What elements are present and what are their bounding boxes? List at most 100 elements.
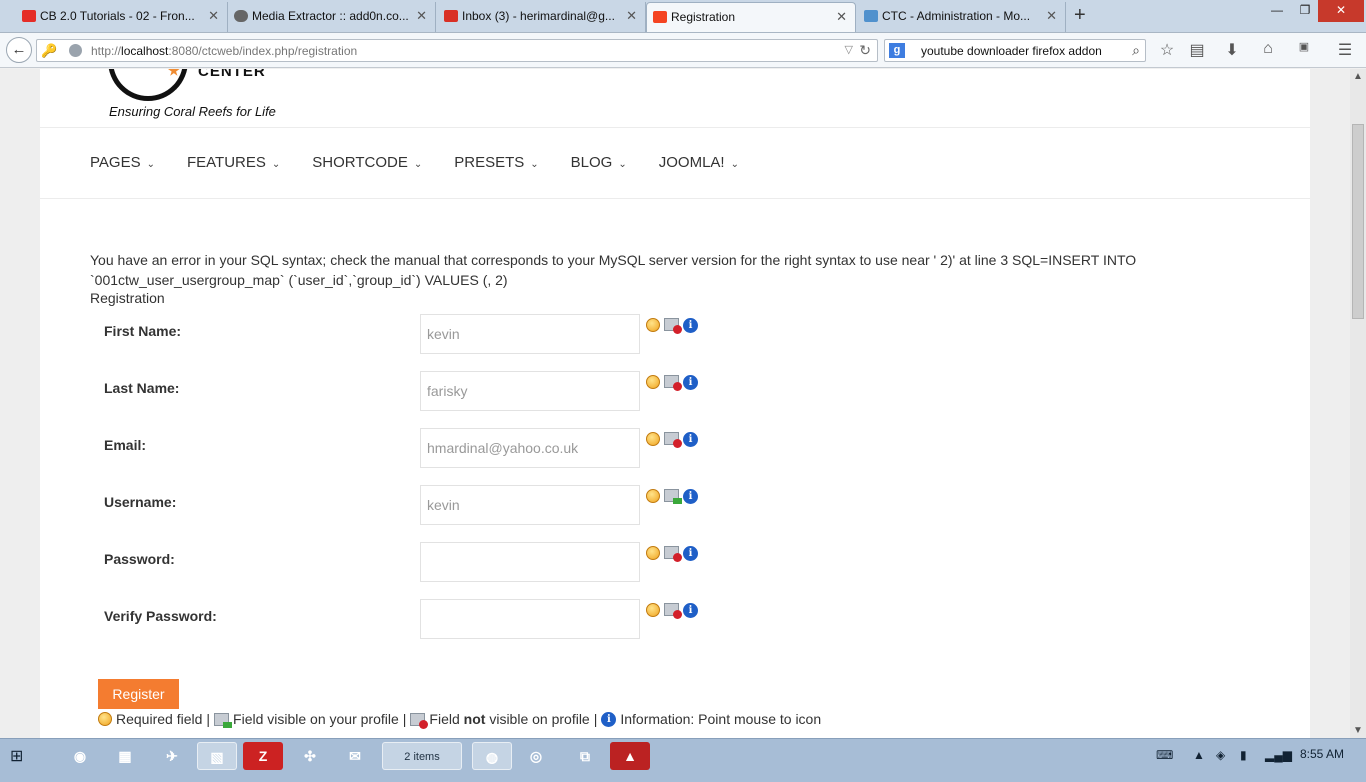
search-bar[interactable]: g youtube downloader firefox addon ⌕ [884,39,1146,62]
close-icon[interactable]: ✕ [208,2,219,30]
email-input[interactable] [420,428,640,468]
menu-item-blog[interactable]: BLOG ⌄ [571,154,627,171]
clock[interactable]: 8:55 AM [1300,747,1344,761]
tray-expand-icon[interactable]: ▲ [1193,748,1205,762]
tab-inbox[interactable]: Inbox (3) - herimardinal@g... ✕ [438,2,646,32]
menu-item-features[interactable]: FEATURES ⌄ [187,154,280,171]
search-icon[interactable]: ⌕ [1132,42,1140,59]
scrollbar-thumb[interactable] [1352,124,1364,319]
required-icon [646,489,660,503]
windows-start-icon[interactable]: ⊞ [10,746,23,766]
joomla-icon [653,11,667,23]
youtube-addon-icon[interactable]: ▣ [1293,40,1315,53]
required-icon [646,375,660,389]
spreadsheet-icon[interactable]: ▧ [197,742,237,770]
tab-media-extractor[interactable]: Media Extractor :: add0n.co... ✕ [228,2,436,32]
not-visible-icon [664,432,682,448]
google-icon[interactable]: g [889,43,905,58]
download-icon[interactable]: ⬇ [1221,40,1243,60]
restore-button[interactable]: ❐ [1290,0,1320,22]
menu-divider [40,198,1310,199]
info-icon[interactable]: i [683,546,698,561]
bookmarks-list-icon[interactable]: ▤ [1186,40,1208,60]
chevron-down-icon: ⌄ [530,159,539,170]
close-icon[interactable]: ✕ [1046,2,1057,30]
legend-separator: | [206,711,211,727]
field-icons: i [646,603,698,619]
menu-item-presets[interactable]: PRESETS ⌄ [454,154,538,171]
page-scrollbar[interactable]: ▲ ▼ [1350,69,1366,738]
tab-cb-tutorials[interactable]: CB 2.0 Tutorials - 02 - Fron... ✕ [16,2,228,32]
signal-icon[interactable]: ▂▄▆ [1265,748,1292,762]
scroll-up-icon[interactable]: ▲ [1353,71,1363,82]
close-icon[interactable]: ✕ [836,3,847,31]
tab-ctc-admin[interactable]: CTC - Administration - Mo... ✕ [858,2,1066,32]
menu-item-joomla[interactable]: JOOMLA! ⌄ [659,154,739,171]
menu-item-pages[interactable]: PAGES ⌄ [90,154,155,171]
username-input[interactable] [420,485,640,525]
info-icon[interactable]: i [683,375,698,390]
close-icon[interactable]: ✕ [416,2,427,30]
url-bar[interactable]: 🔑 http://localhost:8080/ctcweb/index.php… [36,39,878,62]
legend-info: Information: Point mouse to icon [620,711,822,727]
computer-icon[interactable]: ▦ [105,742,145,770]
field-label: Verify Password: [104,608,217,624]
mail-icon[interactable]: ✉ [335,742,375,770]
visible-icon [214,712,233,728]
chrome-icon[interactable]: ◎ [516,742,556,770]
scroll-down-icon[interactable]: ▼ [1353,725,1363,736]
password-input[interactable] [420,542,640,582]
network-icon[interactable]: ✈ [152,742,192,770]
tab-title: Registration [671,10,736,24]
search-input[interactable]: youtube downloader firefox addon [921,44,1102,58]
close-icon[interactable]: ✕ [626,2,637,30]
page-container: ★ CENTER Ensuring Coral Reefs for Life P… [40,69,1310,738]
minimize-button[interactable]: — [1262,0,1292,22]
field-icons: i [646,489,698,504]
required-icon [646,603,660,617]
chrome-canary-icon[interactable]: ◉ [60,742,100,770]
tab-registration[interactable]: Registration ✕ [646,2,856,32]
required-icon [98,712,112,726]
tab-strip: CB 2.0 Tutorials - 02 - Fron... ✕ Media … [0,0,1366,33]
legend-separator: | [402,711,407,727]
required-icon [646,318,660,332]
legend-not-prefix: Field [429,711,460,727]
filezilla-icon[interactable]: Z [243,742,283,770]
field-icons: i [646,546,698,562]
bookmark-star-icon[interactable]: ☆ [1156,40,1178,60]
info-icon[interactable]: i [683,603,698,618]
info-icon[interactable]: i [683,318,698,333]
python-icon[interactable]: ⧉ [565,742,605,770]
tray-app-icon[interactable]: ◈ [1216,748,1225,762]
error-line: You have an error in your SQL syntax; ch… [90,252,1137,268]
opera-folder-group[interactable]: 2 items [382,742,462,770]
menu-icon[interactable]: ☰ [1334,40,1356,60]
page-viewport: ★ CENTER Ensuring Coral Reefs for Life P… [0,69,1350,738]
info-icon[interactable]: i [683,489,698,504]
tools-icon[interactable]: ✣ [290,742,330,770]
home-icon[interactable]: ⌂ [1257,40,1279,58]
key-icon[interactable]: 🔑 [41,43,57,59]
field-legend: Required field | Field visible on your p… [98,711,822,729]
keyboard-icon[interactable]: ⌨ [1156,748,1173,762]
site-tagline: Ensuring Coral Reefs for Life [109,104,276,119]
tab-title: CTC - Administration - Mo... [882,9,1031,23]
back-button[interactable]: ← [6,37,32,63]
reload-icon[interactable]: ↻ [859,42,871,59]
window-close-button[interactable]: ✕ [1318,0,1364,22]
firefox-icon[interactable]: ◍ [472,742,512,770]
menu-item-shortcode[interactable]: SHORTCODE ⌄ [312,154,422,171]
register-button[interactable]: Register [98,679,179,709]
new-tab-button[interactable]: + [1074,4,1086,27]
last-name-input[interactable] [420,371,640,411]
verify-password-input[interactable] [420,599,640,639]
logo-text: CENTER [198,69,266,80]
pdf-icon[interactable]: ▲ [610,742,650,770]
first-name-input[interactable] [420,314,640,354]
info-icon[interactable]: i [683,432,698,447]
dropdown-icon[interactable]: ▽ [845,43,853,56]
legend-not-bold: not [463,711,486,727]
not-visible-icon [664,546,682,562]
battery-icon[interactable]: ▮ [1240,748,1247,762]
